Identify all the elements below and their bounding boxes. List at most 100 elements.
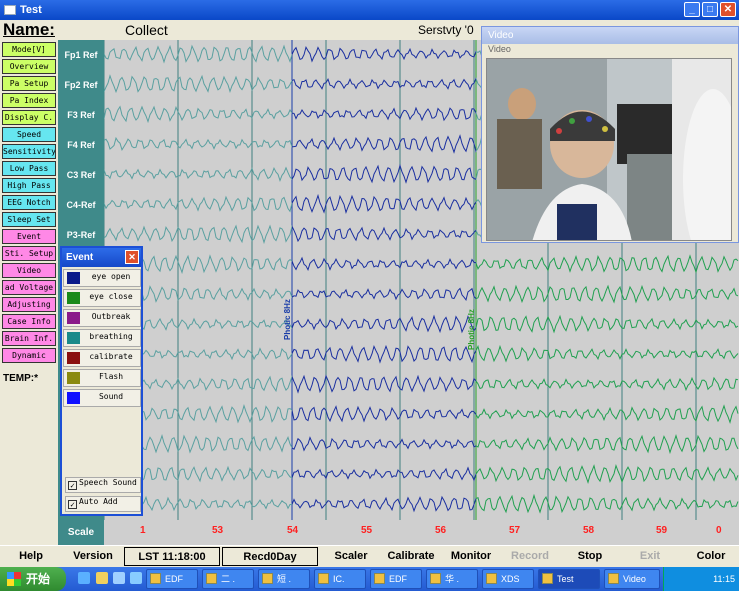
low-pass-button[interactable]: Low Pass	[2, 161, 56, 176]
pa-setup-button[interactable]: Pa Setup	[2, 76, 56, 91]
checkbox-box: ✓	[68, 500, 77, 509]
version-button[interactable]: Version	[66, 547, 120, 566]
dynamic-button[interactable]: Dynamic	[2, 348, 56, 363]
video-window-title: Video	[482, 27, 738, 44]
taskbar-item[interactable]: 短 .	[258, 569, 310, 589]
taskbar-item[interactable]: 华 .	[426, 569, 478, 589]
event-panel[interactable]: Event ✕ eye open eye close Outbreak brea…	[60, 246, 143, 516]
mode-button[interactable]: Mode[V]	[2, 42, 56, 57]
event-item-calibrate[interactable]: calibrate	[63, 349, 141, 367]
scaler-button[interactable]: Scaler	[326, 547, 376, 566]
bottom-control-bar: Help Version LST 11:18:00 Recd0Day 00:01…	[0, 545, 739, 582]
event-item-label: breathing	[89, 332, 133, 341]
close-button[interactable]: ✕	[720, 2, 736, 17]
event-item-label: calibrate	[89, 352, 133, 361]
taskbar-item[interactable]: Video	[604, 569, 660, 589]
time-tick: 54	[287, 525, 299, 536]
event-marker-text: Photic 8Hz	[283, 299, 292, 340]
taskbar-item-label: IC.	[333, 574, 345, 584]
overview-button[interactable]: Overview	[2, 59, 56, 74]
record-time-display: Recd0Day 00:01:12	[222, 547, 318, 582]
folder-icon	[262, 573, 273, 584]
window-title: Test	[20, 4, 42, 16]
video-button[interactable]: Video	[2, 263, 56, 278]
taskbar-item-label: XDS	[501, 574, 520, 584]
display-button[interactable]: Display C.	[2, 110, 56, 125]
time-tick: 56	[435, 525, 447, 536]
taskbar-item[interactable]: XDS	[482, 569, 534, 589]
adjusting-button[interactable]: Adjusting	[2, 297, 56, 312]
window-titlebar: Test _ □ ✕	[0, 0, 739, 20]
folder-icon[interactable]	[96, 572, 108, 584]
start-button[interactable]: 开始	[0, 567, 66, 591]
channel-label: F4 Ref	[67, 140, 95, 150]
time-tick: 0	[716, 525, 722, 536]
event-button[interactable]: Event	[2, 229, 56, 244]
help-button[interactable]: Help	[6, 547, 56, 566]
sensitivity-button[interactable]: Sensitivity	[2, 144, 56, 159]
close-icon[interactable]: ✕	[125, 250, 139, 264]
mode-label: Collect	[125, 22, 168, 38]
taskbar-item-label: Video	[623, 574, 646, 584]
taskbar-item-label: 华 .	[445, 574, 460, 584]
high-pass-button[interactable]: High Pass	[2, 178, 56, 193]
video-window[interactable]: Video Video	[481, 26, 739, 243]
folder-icon	[318, 573, 329, 584]
exit-button[interactable]: Exit	[624, 547, 676, 566]
color-swatch	[67, 372, 80, 384]
auto-add-checkbox[interactable]: ✓ Auto Add	[65, 496, 141, 512]
video-window-subtitle: Video	[488, 44, 511, 54]
monitor-button[interactable]: Monitor	[446, 547, 496, 566]
event-item-eye-open[interactable]: eye open	[63, 269, 141, 287]
sti-setup-button[interactable]: Sti. Setup	[2, 246, 56, 261]
temp-label: TEMP:*	[3, 373, 38, 384]
color-swatch	[67, 352, 80, 364]
taskbar-item[interactable]: 二 .	[202, 569, 254, 589]
media-icon[interactable]	[113, 572, 125, 584]
taskbar-item[interactable]: EDF	[146, 569, 198, 589]
taskbar-item[interactable]: EDF	[370, 569, 422, 589]
ad-voltage-button[interactable]: ad Voltage	[2, 280, 56, 295]
event-item-breathing[interactable]: breathing	[63, 329, 141, 347]
speed-button[interactable]: Speed	[2, 127, 56, 142]
calibrate-button[interactable]: Calibrate	[384, 547, 438, 566]
video-image	[487, 59, 731, 240]
event-item-sound[interactable]: Sound	[63, 389, 141, 407]
system-tray: 11:15	[663, 567, 739, 591]
color-swatch	[67, 272, 80, 284]
folder-icon	[374, 573, 385, 584]
speech-sound-checkbox[interactable]: ✓ Speech Sound	[65, 477, 141, 493]
folder-icon	[150, 573, 161, 584]
event-item-outbreak[interactable]: Outbreak	[63, 309, 141, 327]
time-tick: 55	[361, 525, 373, 536]
color-swatch	[67, 332, 80, 344]
color-button[interactable]: Color	[686, 547, 736, 566]
start-label: 开始	[26, 572, 51, 586]
taskbar-item-label: 短 .	[277, 574, 292, 584]
event-item-flash[interactable]: Flash	[63, 369, 141, 387]
taskbar-item-label: EDF	[165, 574, 183, 584]
time-tick: 53	[212, 525, 224, 536]
color-swatch	[67, 292, 80, 304]
eeg-trace	[476, 404, 739, 424]
windows-logo-icon	[7, 572, 21, 586]
record-button[interactable]: Record	[504, 547, 556, 566]
minimize-button[interactable]: _	[684, 2, 700, 17]
brain-info-button[interactable]: Brain Inf.	[2, 331, 56, 346]
sleep-set-button[interactable]: Sleep Set	[2, 212, 56, 227]
window-icon	[486, 573, 497, 584]
eeg-notch-button[interactable]: EEG Notch	[2, 195, 56, 210]
app-icon[interactable]	[130, 572, 142, 584]
event-item-eye-close[interactable]: eye close	[63, 289, 141, 307]
channel-label: F3 Ref	[67, 110, 95, 120]
stop-button[interactable]: Stop	[564, 547, 616, 566]
case-info-button[interactable]: Case Info	[2, 314, 56, 329]
clock: 11:15	[713, 574, 735, 584]
eeg-trace	[104, 403, 292, 424]
taskbar-item[interactable]: IC.	[314, 569, 366, 589]
browser-icon[interactable]	[78, 572, 90, 584]
os-taskbar: 开始 EDF 二 . 短 . IC. EDF 华 . XDS Test Vide…	[0, 567, 739, 591]
taskbar-item[interactable]: Test	[538, 569, 600, 589]
maximize-button[interactable]: □	[702, 2, 718, 17]
pa-index-button[interactable]: Pa Index	[2, 93, 56, 108]
